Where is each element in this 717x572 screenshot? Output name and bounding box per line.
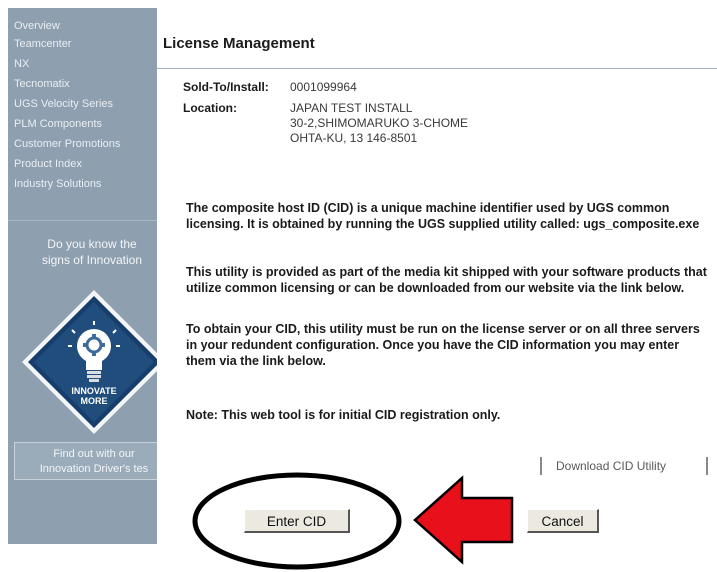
nav-item-teamcenter[interactable]: Teamcenter	[14, 34, 120, 54]
sidebar-nav: Overview Teamcenter NX Tecnomatix UGS Ve…	[14, 18, 120, 194]
link-separator	[706, 457, 708, 475]
promo-line-1: Do you know the	[47, 237, 137, 251]
badge-text-more: MORE	[81, 396, 108, 406]
red-arrow-icon	[413, 475, 514, 565]
innovation-promo-heading: Do you know the signs of Innovation	[12, 236, 157, 268]
cancel-button[interactable]: Cancel	[527, 509, 599, 533]
location-label: Location:	[183, 101, 237, 115]
registration-note: Note: This web tool is for initial CID r…	[186, 408, 501, 422]
nav-item-nx[interactable]: NX	[14, 54, 120, 74]
nav-item-customer-promotions[interactable]: Customer Promotions	[14, 134, 120, 154]
location-line-2: 30-2,SHIMOMARUKO 3-CHOME	[290, 116, 469, 130]
nav-item-plm-components[interactable]: PLM Components	[14, 114, 120, 134]
nav-item-tecnomatix[interactable]: Tecnomatix	[14, 74, 120, 94]
innovate-more-badge[interactable]: INNOVATE MORE	[20, 288, 157, 441]
sold-to-label: Sold-To/Install:	[183, 80, 269, 94]
location-line-1: JAPAN TEST INSTALL	[290, 101, 413, 115]
nav-item-overview[interactable]: Overview	[14, 18, 120, 34]
promo-line-2: signs of Innovation	[41, 253, 143, 267]
title-divider	[157, 68, 717, 69]
nav-item-product-index[interactable]: Product Index	[14, 154, 120, 174]
sold-to-value: 0001099964	[290, 80, 357, 94]
lightbulb-diamond-icon: INNOVATE MORE	[22, 290, 157, 434]
find-line-2: Innovation Driver's tes	[39, 463, 149, 475]
sidebar: Overview Teamcenter NX Tecnomatix UGS Ve…	[8, 8, 157, 544]
nav-item-industry-solutions[interactable]: Industry Solutions	[14, 174, 120, 194]
location-value: JAPAN TEST INSTALL 30-2,SHIMOMARUKO 3-CH…	[290, 101, 468, 146]
utility-info-paragraph: This utility is provided as part of the …	[186, 265, 707, 295]
download-cid-utility-link[interactable]: Download CID Utility	[540, 457, 678, 475]
obtain-cid-paragraph: To obtain your CID, this utility must be…	[186, 322, 700, 368]
nav-item-velocity-series[interactable]: UGS Velocity Series	[14, 94, 120, 114]
enter-cid-button[interactable]: Enter CID	[244, 509, 350, 533]
location-line-3: OHTA-KU, 13 146-8501	[290, 131, 418, 145]
innovation-test-link[interactable]: Find out with our Innovation Driver's te…	[14, 442, 157, 480]
cid-description-paragraph: The composite host ID (CID) is a unique …	[186, 201, 700, 231]
page-title: License Management	[163, 35, 315, 52]
sidebar-divider	[8, 220, 157, 221]
find-line-1: Find out with our	[53, 448, 135, 460]
badge-text-innovate: INNOVATE	[71, 386, 116, 396]
